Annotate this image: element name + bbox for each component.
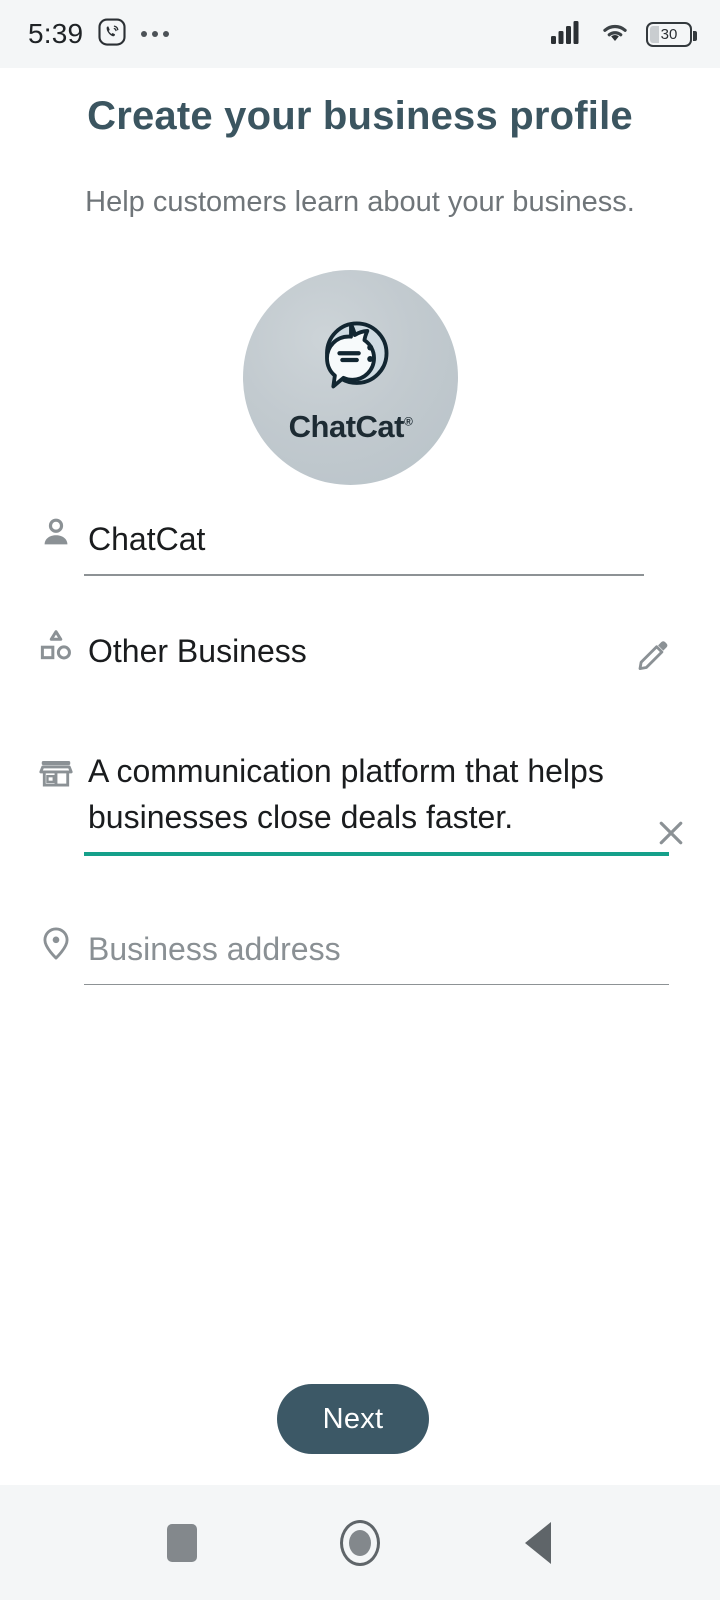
page-title: Create your business profile xyxy=(87,94,633,138)
business-description-underline xyxy=(84,851,669,856)
viber-icon xyxy=(97,17,127,52)
next-button[interactable]: Next xyxy=(277,1384,429,1454)
field-business-name[interactable]: ChatCat xyxy=(0,508,720,576)
battery-icon: 30 xyxy=(646,21,697,47)
more-notifications-dots-icon xyxy=(141,31,170,37)
page-subtitle: Help customers learn about your business… xyxy=(85,186,635,218)
business-address-underline xyxy=(84,983,669,986)
field-business-description[interactable]: A communication platform that helps busi… xyxy=(0,740,720,856)
status-bar-right: 30 xyxy=(550,19,697,50)
recents-square-icon[interactable] xyxy=(152,1513,212,1573)
chatcat-cat-speech-bubble-icon xyxy=(303,311,399,407)
android-navigation-bar xyxy=(0,1485,720,1600)
status-bar-clock: 5:39 xyxy=(28,18,84,49)
category-shapes-icon xyxy=(28,620,84,664)
back-triangle-icon[interactable] xyxy=(508,1513,568,1573)
logo-trademark: ® xyxy=(404,414,413,429)
person-icon xyxy=(28,508,84,552)
business-description-body: A communication platform that helps busi… xyxy=(84,740,669,856)
status-bar-left: 5:39 xyxy=(28,17,170,52)
business-address-body: Business address xyxy=(84,918,680,986)
wifi-icon xyxy=(598,19,632,50)
home-circle-icon[interactable] xyxy=(330,1513,390,1573)
storefront-icon xyxy=(28,740,84,792)
logo-avatar-circle[interactable]: ChatCat® xyxy=(243,270,458,485)
business-name-underline xyxy=(84,574,644,576)
business-logo[interactable]: ChatCat® xyxy=(243,270,458,485)
business-address-input[interactable]: Business address xyxy=(84,918,680,984)
business-profile-form: ChatCat Other Business A communication p… xyxy=(0,508,720,986)
pencil-edit-icon[interactable] xyxy=(626,628,680,682)
field-business-category[interactable]: Other Business xyxy=(0,620,720,686)
status-bar: 5:39 30 xyxy=(0,0,720,68)
business-description-input[interactable]: A communication platform that helps busi… xyxy=(84,740,624,852)
logo-wordmark-text: ChatCat xyxy=(288,408,405,444)
battery-level-label: 30 xyxy=(660,25,678,43)
field-business-address[interactable]: Business address xyxy=(0,918,720,986)
business-name-input[interactable]: ChatCat xyxy=(84,508,680,574)
logo-wordmark: ChatCat® xyxy=(289,409,413,445)
clear-close-icon[interactable] xyxy=(644,806,698,860)
business-category-value[interactable]: Other Business xyxy=(84,620,680,686)
app-screen: 5:39 30 Create your business profile Hel… xyxy=(0,0,720,1600)
location-pin-icon xyxy=(28,918,84,962)
cellular-signal-icon xyxy=(550,19,584,50)
business-category-body: Other Business xyxy=(84,620,680,686)
business-name-body: ChatCat xyxy=(84,508,680,576)
